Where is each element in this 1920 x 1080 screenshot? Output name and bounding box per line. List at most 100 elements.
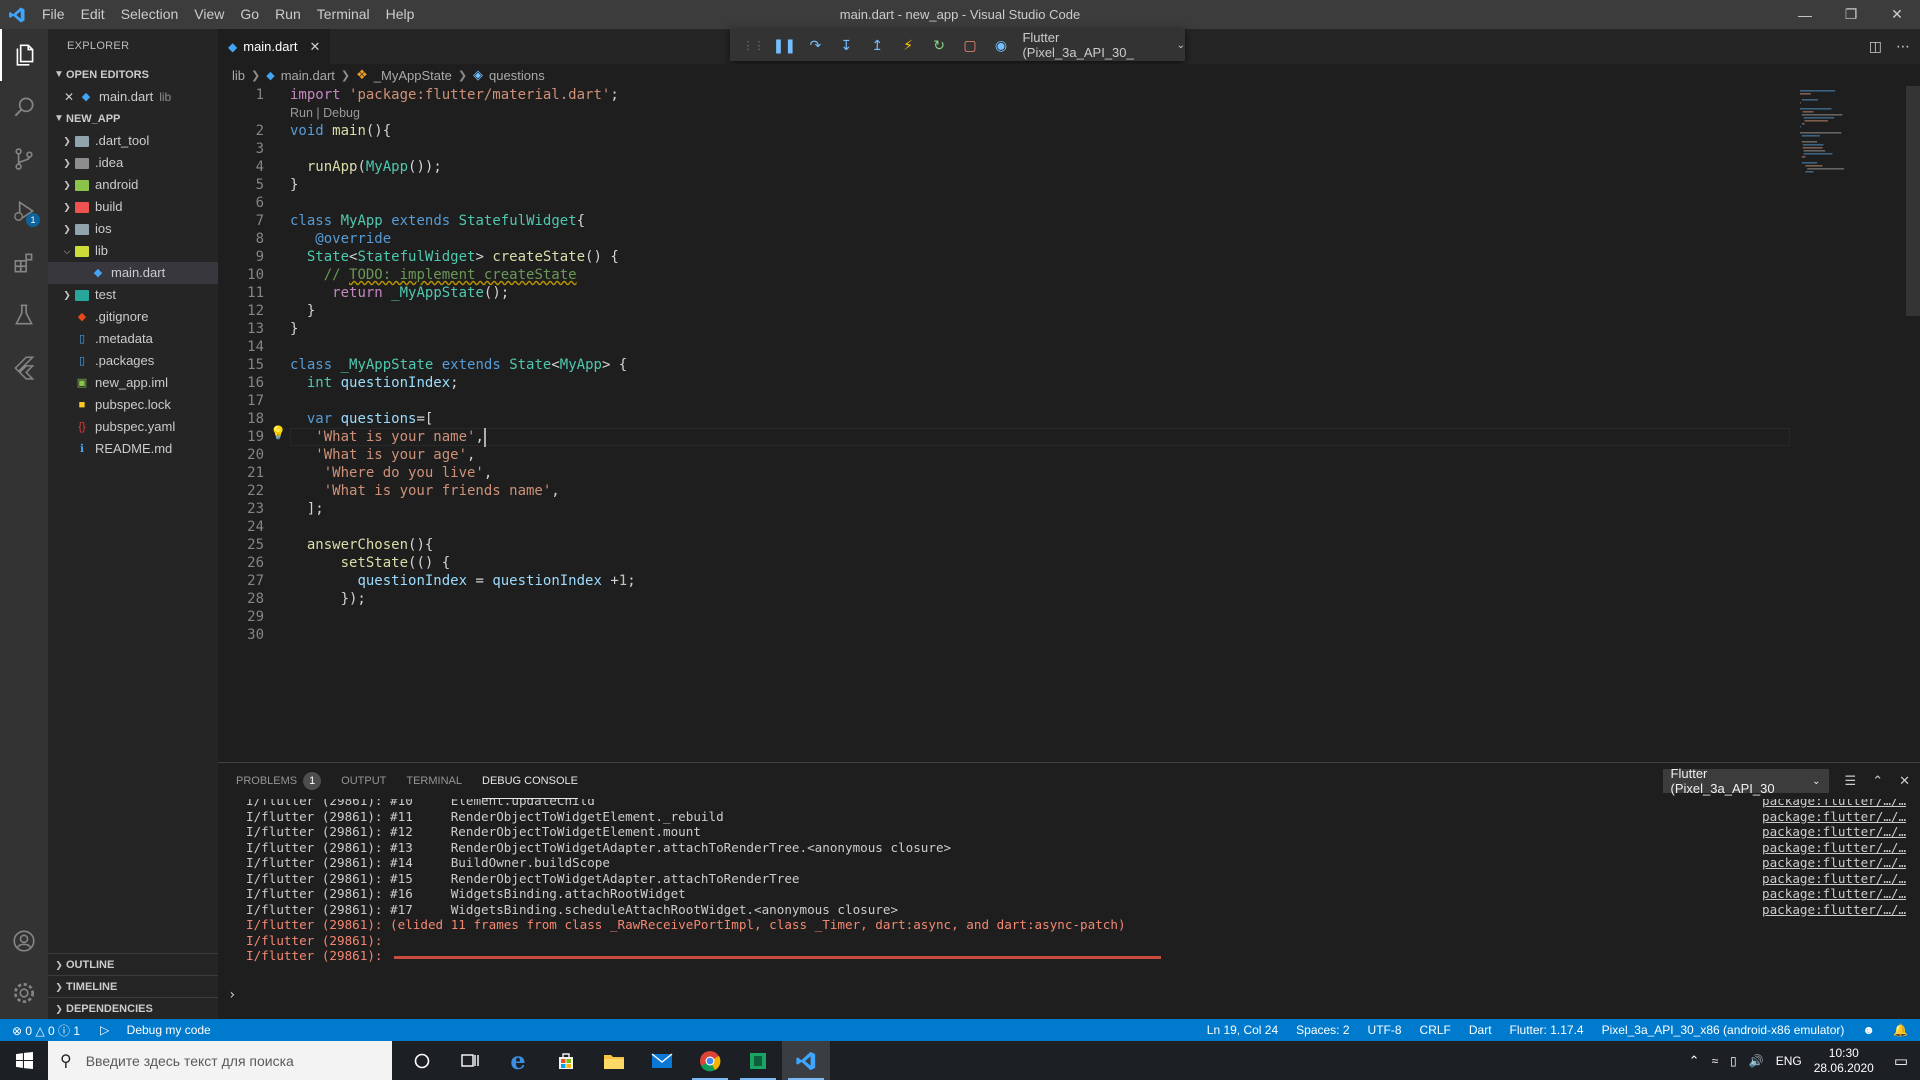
run-debug-button[interactable]: 1 [0, 185, 48, 237]
encoding[interactable]: UTF-8 [1368, 1023, 1402, 1037]
battery-icon[interactable]: ▯ [1730, 1054, 1737, 1068]
store-button[interactable] [542, 1041, 590, 1080]
close-icon[interactable]: ✕ [64, 86, 78, 108]
task-view-button[interactable] [446, 1041, 494, 1080]
cursor-position[interactable]: Ln 19, Col 24 [1207, 1023, 1278, 1037]
input-language[interactable]: ENG [1776, 1054, 1802, 1068]
code-editor[interactable]: 1 import 'package:flutter/material.dart';… [218, 86, 1920, 762]
close-icon[interactable]: ✕ [309, 39, 320, 55]
language-mode[interactable]: Dart [1469, 1023, 1492, 1037]
file-tree-item[interactable]: ❯ .idea [48, 152, 218, 174]
console-source-link[interactable]: package:flutter/…/… [1762, 824, 1906, 839]
accounts-button[interactable] [0, 915, 48, 967]
vscode-taskbar-button[interactable] [782, 1041, 830, 1080]
panel-tab-problems[interactable]: PROBLEMS 1 [236, 763, 322, 799]
taskbar-search[interactable]: ⚲ Введите здесь текст для поиска [48, 1041, 392, 1080]
extensions-button[interactable] [0, 237, 48, 289]
file-tree-item[interactable]: ▣ new_app.iml [48, 372, 218, 394]
explorer-button[interactable] [0, 29, 48, 81]
network-icon[interactable]: ≈ [1712, 1054, 1719, 1068]
breadcrumb-item[interactable]: questions [489, 68, 545, 83]
open-editor-item[interactable]: ✕ ◆ main.dart lib [48, 86, 218, 108]
file-tree-item[interactable]: ▯ .metadata [48, 328, 218, 350]
notifications-icon[interactable]: 🔔 [1893, 1023, 1908, 1037]
testing-button[interactable] [0, 289, 48, 341]
chrome-button[interactable] [686, 1041, 734, 1080]
console-source-link[interactable]: package:flutter/…/… [1762, 799, 1906, 808]
cortana-button[interactable] [398, 1041, 446, 1080]
maximize-panel-icon[interactable]: ⌃ [1872, 773, 1883, 789]
search-button[interactable] [0, 81, 48, 133]
open-editors-header[interactable]: ▼ OPEN EDITORS [48, 64, 218, 86]
tab-main-dart[interactable]: ◆ main.dart ✕ [218, 29, 331, 64]
clear-console-icon[interactable]: ☰ [1845, 773, 1857, 789]
menu-item-view[interactable]: View [186, 0, 232, 29]
manage-button[interactable] [0, 967, 48, 1019]
close-panel-icon[interactable]: ✕ [1899, 773, 1910, 789]
panel-tab-debug-console[interactable]: DEBUG CONSOLE [482, 763, 578, 799]
console-source-link[interactable]: package:flutter/…/… [1762, 902, 1906, 917]
edge-button[interactable]: e [494, 1041, 542, 1080]
console-prompt[interactable]: › [228, 987, 236, 1001]
chevron-up-icon[interactable]: ⌃ [1689, 1053, 1700, 1069]
more-actions-icon[interactable]: ⋯ [1896, 38, 1910, 55]
menu-item-run[interactable]: Run [267, 0, 309, 29]
section-dependencies[interactable]: ❯ DEPENDENCIES [48, 997, 218, 1019]
debug-console-output[interactable]: › I/flutter (29861): #10 Element.updateC… [218, 799, 1920, 1001]
file-tree-item[interactable]: ◆ .gitignore [48, 306, 218, 328]
breadcrumb-item[interactable]: lib [232, 68, 245, 83]
start-button[interactable] [0, 1041, 48, 1080]
console-session-select[interactable]: Flutter (Pixel_3a_API_30 ⌄ [1662, 766, 1829, 796]
file-tree-item[interactable]: ℹ README.md [48, 438, 218, 460]
stop-icon[interactable]: ▢ [955, 31, 986, 59]
console-source-link[interactable]: package:flutter/…/… [1762, 886, 1906, 901]
step-over-icon[interactable]: ↷ [800, 31, 831, 59]
console-source-link[interactable]: package:flutter/…/… [1762, 840, 1906, 855]
scrollbar-thumb[interactable] [1906, 86, 1920, 316]
clock[interactable]: 10:30 28.06.2020 [1814, 1046, 1874, 1076]
problems-status[interactable]: ⊗ 0 △ 0 ⓘ 1 [12, 1022, 80, 1039]
line-ending[interactable]: CRLF [1420, 1023, 1451, 1037]
console-source-link[interactable]: package:flutter/…/… [1762, 871, 1906, 886]
pause-icon[interactable]: ❚❚ [769, 31, 800, 59]
menu-item-terminal[interactable]: Terminal [309, 0, 378, 29]
codelens-run-debug[interactable]: Run | Debug [290, 106, 360, 120]
restore-icon[interactable]: ❐ [1828, 0, 1874, 29]
feedback-icon[interactable]: ☻ [1862, 1023, 1875, 1037]
menu-item-edit[interactable]: Edit [73, 0, 113, 29]
menu-item-selection[interactable]: Selection [113, 0, 187, 29]
section-timeline[interactable]: ❯ TIMELINE [48, 975, 218, 997]
file-tree-item[interactable]: ❯ ios [48, 218, 218, 240]
flutter-version[interactable]: Flutter: 1.17.4 [1510, 1023, 1584, 1037]
debug-status[interactable]: ▷ Debug my code [100, 1023, 211, 1037]
action-center-icon[interactable]: ▭ [1894, 1052, 1908, 1070]
split-editor-icon[interactable]: ◫ [1869, 38, 1882, 55]
panel-tab-terminal[interactable]: TERMINAL [406, 763, 462, 799]
flutter-button[interactable] [0, 341, 48, 393]
minimap[interactable] [1796, 86, 1906, 762]
project-header[interactable]: ▼ NEW_APP [48, 108, 218, 130]
menu-item-go[interactable]: Go [232, 0, 267, 29]
close-icon[interactable]: ✕ [1874, 0, 1920, 29]
file-tree-item[interactable]: ❯ android [48, 174, 218, 196]
lightbulb-icon[interactable]: 💡 [270, 426, 286, 441]
file-tree-item[interactable]: ❯ .dart_tool [48, 130, 218, 152]
console-source-link[interactable]: package:flutter/…/… [1762, 809, 1906, 824]
file-tree-item[interactable]: ■ pubspec.lock [48, 394, 218, 416]
drag-handle-icon[interactable]: ⋮⋮ [738, 31, 769, 59]
breadcrumb-item[interactable]: main.dart [281, 68, 335, 83]
file-tree-item[interactable]: {} pubspec.yaml [48, 416, 218, 438]
devtools-icon[interactable]: ◉ [986, 31, 1017, 59]
menu-item-file[interactable]: File [34, 0, 73, 29]
debug-device-select[interactable]: Flutter (Pixel_3a_API_30_ ⌄ [1022, 30, 1185, 60]
breadcrumb-item[interactable]: _MyAppState [374, 68, 452, 83]
console-source-link[interactable]: package:flutter/…/… [1762, 855, 1906, 870]
file-tree-item[interactable]: ◆ main.dart [48, 262, 218, 284]
file-tree-item[interactable]: ⌵ lib [48, 240, 218, 262]
restart-icon[interactable]: ↻ [924, 31, 955, 59]
notepad-button[interactable] [734, 1041, 782, 1080]
file-tree-item[interactable]: ▯ .packages [48, 350, 218, 372]
device-status[interactable]: Pixel_3a_API_30_x86 (android-x86 emulato… [1602, 1023, 1845, 1037]
source-control-button[interactable] [0, 133, 48, 185]
panel-tab-output[interactable]: OUTPUT [341, 763, 386, 799]
